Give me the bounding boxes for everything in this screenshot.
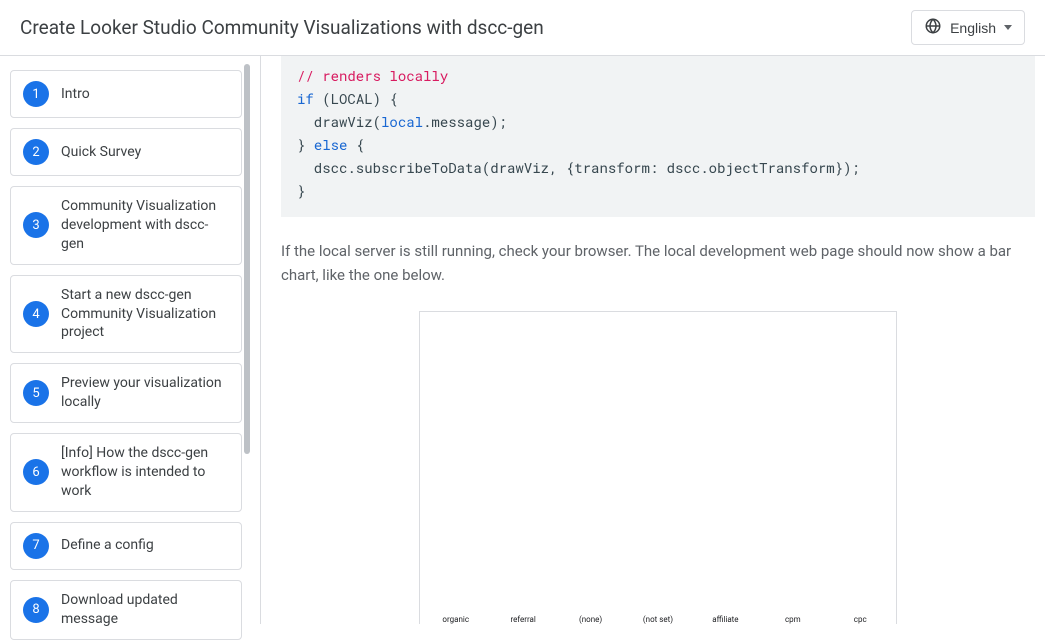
step-number: 3 bbox=[23, 212, 49, 238]
sidebar-step-4[interactable]: 4 Start a new dscc-gen Community Visualiz… bbox=[10, 275, 242, 354]
step-label: Download updated message bbox=[61, 591, 229, 629]
sidebar-step-8[interactable]: 8 Download updated message bbox=[10, 580, 242, 640]
bar-label: cpc bbox=[854, 615, 867, 624]
sidebar-step-1[interactable]: 1 Intro bbox=[10, 70, 242, 118]
sidebar: 1 Intro 2 Quick Survey 3 Community Visualizat… bbox=[0, 56, 252, 624]
step-number: 2 bbox=[23, 139, 49, 165]
sidebar-scrollbar[interactable] bbox=[244, 64, 252, 616]
bar-label: (not set) bbox=[643, 615, 673, 624]
bar-column: (not set) bbox=[634, 611, 681, 624]
step-number: 5 bbox=[23, 380, 49, 406]
step-label: [Info] How the dscc-gen workflow is inte… bbox=[61, 444, 229, 501]
step-label: Start a new dscc-gen Community Visualiza… bbox=[61, 286, 229, 343]
step-label: Preview your visualization locally bbox=[61, 374, 229, 412]
step-number: 4 bbox=[23, 301, 49, 327]
code-block: // renders locally if (LOCAL) { drawViz(… bbox=[281, 56, 1035, 217]
bar-column: referral bbox=[499, 611, 546, 624]
bar-label: referral bbox=[510, 615, 535, 624]
sidebar-step-2[interactable]: 2 Quick Survey bbox=[10, 128, 242, 176]
step-number: 8 bbox=[23, 597, 49, 623]
globe-icon bbox=[924, 17, 942, 38]
language-selector[interactable]: English bbox=[911, 10, 1025, 45]
bar-label: (none) bbox=[579, 615, 602, 624]
sidebar-step-3[interactable]: 3 Community Visualization development wit… bbox=[10, 186, 242, 265]
bar-column: cpm bbox=[769, 611, 816, 624]
sidebar-step-6[interactable]: 6 [Info] How the dscc-gen workflow is int… bbox=[10, 433, 242, 512]
step-label: Define a config bbox=[61, 536, 154, 555]
step-label: Intro bbox=[61, 85, 90, 104]
chevron-down-icon bbox=[1004, 25, 1012, 30]
sidebar-step-7[interactable]: 7 Define a config bbox=[10, 522, 242, 570]
bar-column: organic bbox=[432, 611, 479, 624]
step-label: Quick Survey bbox=[61, 143, 141, 162]
main-content: // renders locally if (LOCAL) { drawViz(… bbox=[261, 56, 1045, 624]
instruction-paragraph: If the local server is still running, ch… bbox=[281, 239, 1035, 287]
top-header: Create Looker Studio Community Visualiza… bbox=[0, 0, 1045, 56]
bar-label: cpm bbox=[785, 615, 801, 624]
bar-column: (none) bbox=[567, 611, 614, 624]
bar-column: cpc bbox=[837, 611, 884, 624]
sidebar-step-5[interactable]: 5 Preview your visualization locally bbox=[10, 363, 242, 423]
bar-label: organic bbox=[442, 615, 469, 624]
step-number: 7 bbox=[23, 533, 49, 559]
bar-column: affiliate bbox=[702, 611, 749, 624]
step-label: Community Visualization development with… bbox=[61, 197, 229, 254]
step-number: 1 bbox=[23, 81, 49, 107]
step-number: 6 bbox=[23, 459, 49, 485]
language-label: English bbox=[950, 20, 996, 36]
page-title: Create Looker Studio Community Visualiza… bbox=[20, 16, 544, 39]
bar-label: affiliate bbox=[712, 615, 738, 624]
bar-chart-preview: organic referral (none) (not set) affiliate c… bbox=[419, 311, 897, 624]
